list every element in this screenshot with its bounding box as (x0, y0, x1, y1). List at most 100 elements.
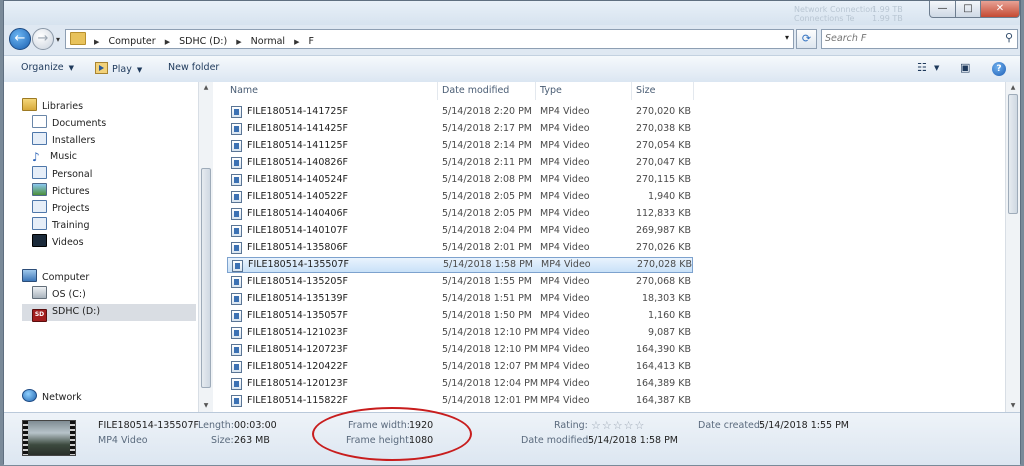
explorer-window: Network Connection Connections Te 1.99 T… (3, 0, 1021, 465)
breadcrumb-sdhc[interactable]: SDHC (D:) (179, 36, 227, 47)
table-row[interactable]: FILE180514-135057F 5/14/2018 1:50 PM MP4 V… (227, 308, 693, 324)
table-row[interactable]: FILE180514-115822F 5/14/2018 12:01 PM MP4 … (227, 393, 693, 409)
file-date: 5/14/2018 2:17 PM (442, 123, 533, 134)
play-button[interactable]: Play ▼ (95, 62, 142, 75)
nav-pictures[interactable]: Pictures (32, 183, 90, 199)
minimize-button[interactable]: — (929, 1, 956, 18)
column-divider[interactable] (535, 82, 536, 100)
table-row[interactable]: FILE180514-135806F 5/14/2018 2:01 PM MP4 V… (227, 240, 693, 256)
nav-computer[interactable]: Computer (22, 269, 89, 285)
table-row[interactable]: FILE180514-140107F 5/14/2018 2:04 PM MP4 V… (227, 223, 693, 239)
nav-documents[interactable]: Documents (32, 115, 106, 131)
file-name[interactable]: FILE180514-140524F (247, 172, 348, 188)
forward-button[interactable]: → (32, 28, 54, 50)
table-row[interactable]: FILE180514-135507F 5/14/2018 1:58 PM MP4 V… (227, 257, 693, 273)
search-input[interactable] (825, 31, 995, 46)
nav-scrollbar[interactable]: ▲ ▼ (198, 82, 213, 412)
new-folder-button[interactable]: New folder (168, 62, 219, 73)
preview-pane-icon[interactable]: ▣ (960, 61, 970, 74)
chevron-right-icon[interactable]: ▶ (94, 38, 99, 46)
table-row[interactable]: FILE180514-120723F 5/14/2018 12:10 PM MP4 … (227, 342, 693, 358)
column-divider[interactable] (693, 82, 694, 100)
refresh-button[interactable]: ⟳ (796, 29, 817, 49)
chevron-right-icon[interactable]: ▶ (165, 38, 170, 46)
table-row[interactable]: FILE180514-141125F 5/14/2018 2:14 PM MP4 V… (227, 138, 693, 154)
view-options-icon[interactable]: ☷ (917, 61, 927, 74)
file-name[interactable]: FILE180514-115822F (247, 393, 348, 409)
file-name[interactable]: FILE180514-121023F (247, 325, 348, 341)
table-row[interactable]: FILE180514-140406F 5/14/2018 2:05 PM MP4 V… (227, 206, 693, 222)
breadcrumb-f[interactable]: F (309, 36, 314, 47)
column-header-name[interactable]: Name (230, 85, 258, 96)
file-name[interactable]: FILE180514-120422F (247, 359, 348, 375)
nav-drive-c[interactable]: OS (C:) (32, 286, 86, 302)
table-row[interactable]: FILE180514-141725F 5/14/2018 2:20 PM MP4 V… (227, 104, 693, 120)
nav-installers[interactable]: Installers (32, 132, 95, 148)
table-row[interactable]: FILE180514-121023F 5/14/2018 12:10 PM MP4 … (227, 325, 693, 341)
help-icon[interactable]: ? (992, 62, 1006, 76)
table-row[interactable]: FILE180514-140826F 5/14/2018 2:11 PM MP4 V… (227, 155, 693, 171)
chevron-right-icon[interactable]: ▶ (236, 38, 241, 46)
file-name[interactable]: FILE180514-141725F (247, 104, 348, 120)
nav-drive-d[interactable]: SD SDHC (D:) (32, 304, 100, 322)
scrollbar-thumb[interactable] (201, 168, 211, 388)
table-row[interactable]: FILE180514-120123F 5/14/2018 12:04 PM MP4 … (227, 376, 693, 392)
nav-personal[interactable]: Personal (32, 166, 92, 182)
breadcrumb-normal[interactable]: Normal (251, 36, 285, 47)
nav-music[interactable]: ♪ Music (32, 149, 77, 165)
maximize-button[interactable]: □ (955, 1, 981, 18)
column-header-date[interactable]: Date modified (442, 85, 509, 96)
recent-pages-dropdown-icon[interactable]: ▾ (56, 35, 60, 44)
scroll-up-icon[interactable]: ▲ (199, 82, 213, 94)
file-name[interactable]: FILE180514-140107F (247, 223, 348, 239)
column-divider[interactable] (631, 82, 632, 100)
nav-videos[interactable]: Videos (32, 234, 84, 250)
nav-training[interactable]: Training (32, 217, 90, 233)
file-name[interactable]: FILE180514-135057F (247, 308, 348, 324)
back-button[interactable]: ← (9, 28, 31, 50)
breadcrumb-computer[interactable]: Computer (108, 36, 155, 47)
close-button[interactable]: ✕ (980, 1, 1020, 18)
file-name[interactable]: FILE180514-141125F (247, 138, 348, 154)
column-divider[interactable] (437, 82, 438, 100)
size-label: Size: (211, 435, 234, 446)
table-row[interactable]: FILE180514-120422F 5/14/2018 12:07 PM MP4 … (227, 359, 693, 375)
nav-projects[interactable]: Projects (32, 200, 89, 216)
rating-stars[interactable]: ☆☆☆☆☆ (591, 419, 645, 432)
address-bar[interactable]: ▶ Computer ▶ SDHC (D:) ▶ Normal ▶ F ▾ (65, 29, 794, 49)
table-row[interactable]: FILE180514-141425F 5/14/2018 2:17 PM MP4 V… (227, 121, 693, 137)
file-name[interactable]: FILE180514-140522F (247, 189, 348, 205)
search-icon[interactable]: ⚲ (1005, 31, 1013, 44)
file-name[interactable]: FILE180514-141425F (247, 121, 348, 137)
column-header-size[interactable]: Size (636, 85, 656, 96)
size-value: 263 MB (234, 435, 270, 446)
scrollbar-thumb[interactable] (1008, 94, 1018, 214)
file-name[interactable]: FILE180514-120123F (247, 376, 348, 392)
search-box[interactable]: ⚲ (821, 29, 1018, 49)
file-name[interactable]: FILE180514-135139F (247, 291, 348, 307)
table-row[interactable]: FILE180514-135139F 5/14/2018 1:51 PM MP4 V… (227, 291, 693, 307)
scroll-down-icon[interactable]: ▼ (1006, 400, 1020, 412)
file-name[interactable]: FILE180514-135507F (248, 258, 349, 272)
organize-button[interactable]: Organize ▼ (21, 62, 74, 73)
scroll-down-icon[interactable]: ▼ (199, 400, 213, 412)
file-name[interactable]: FILE180514-140826F (247, 155, 348, 171)
nav-libraries[interactable]: Libraries (22, 98, 83, 114)
chevron-down-icon[interactable]: ▼ (934, 64, 939, 72)
nav-network[interactable]: Network (22, 389, 82, 405)
chevron-right-icon[interactable]: ▶ (294, 38, 299, 46)
video-file-icon (232, 260, 243, 272)
file-name[interactable]: FILE180514-135205F (247, 274, 348, 290)
file-name[interactable]: FILE180514-120723F (247, 342, 348, 358)
table-row[interactable]: FILE180514-140522F 5/14/2018 2:05 PM MP4 V… (227, 189, 693, 205)
scroll-up-icon[interactable]: ▲ (1006, 82, 1020, 94)
content-scrollbar[interactable]: ▲ ▼ (1005, 82, 1020, 412)
music-note-icon: ♪ (32, 150, 40, 164)
file-name[interactable]: FILE180514-140406F (247, 206, 348, 222)
file-name[interactable]: FILE180514-135806F (247, 240, 348, 256)
table-row[interactable]: FILE180514-140524F 5/14/2018 2:08 PM MP4 V… (227, 172, 693, 188)
column-header-type[interactable]: Type (540, 85, 562, 96)
table-row[interactable]: FILE180514-135205F 5/14/2018 1:55 PM MP4 V… (227, 274, 693, 290)
address-dropdown-icon[interactable]: ▾ (785, 33, 789, 42)
video-file-icon (231, 276, 242, 288)
